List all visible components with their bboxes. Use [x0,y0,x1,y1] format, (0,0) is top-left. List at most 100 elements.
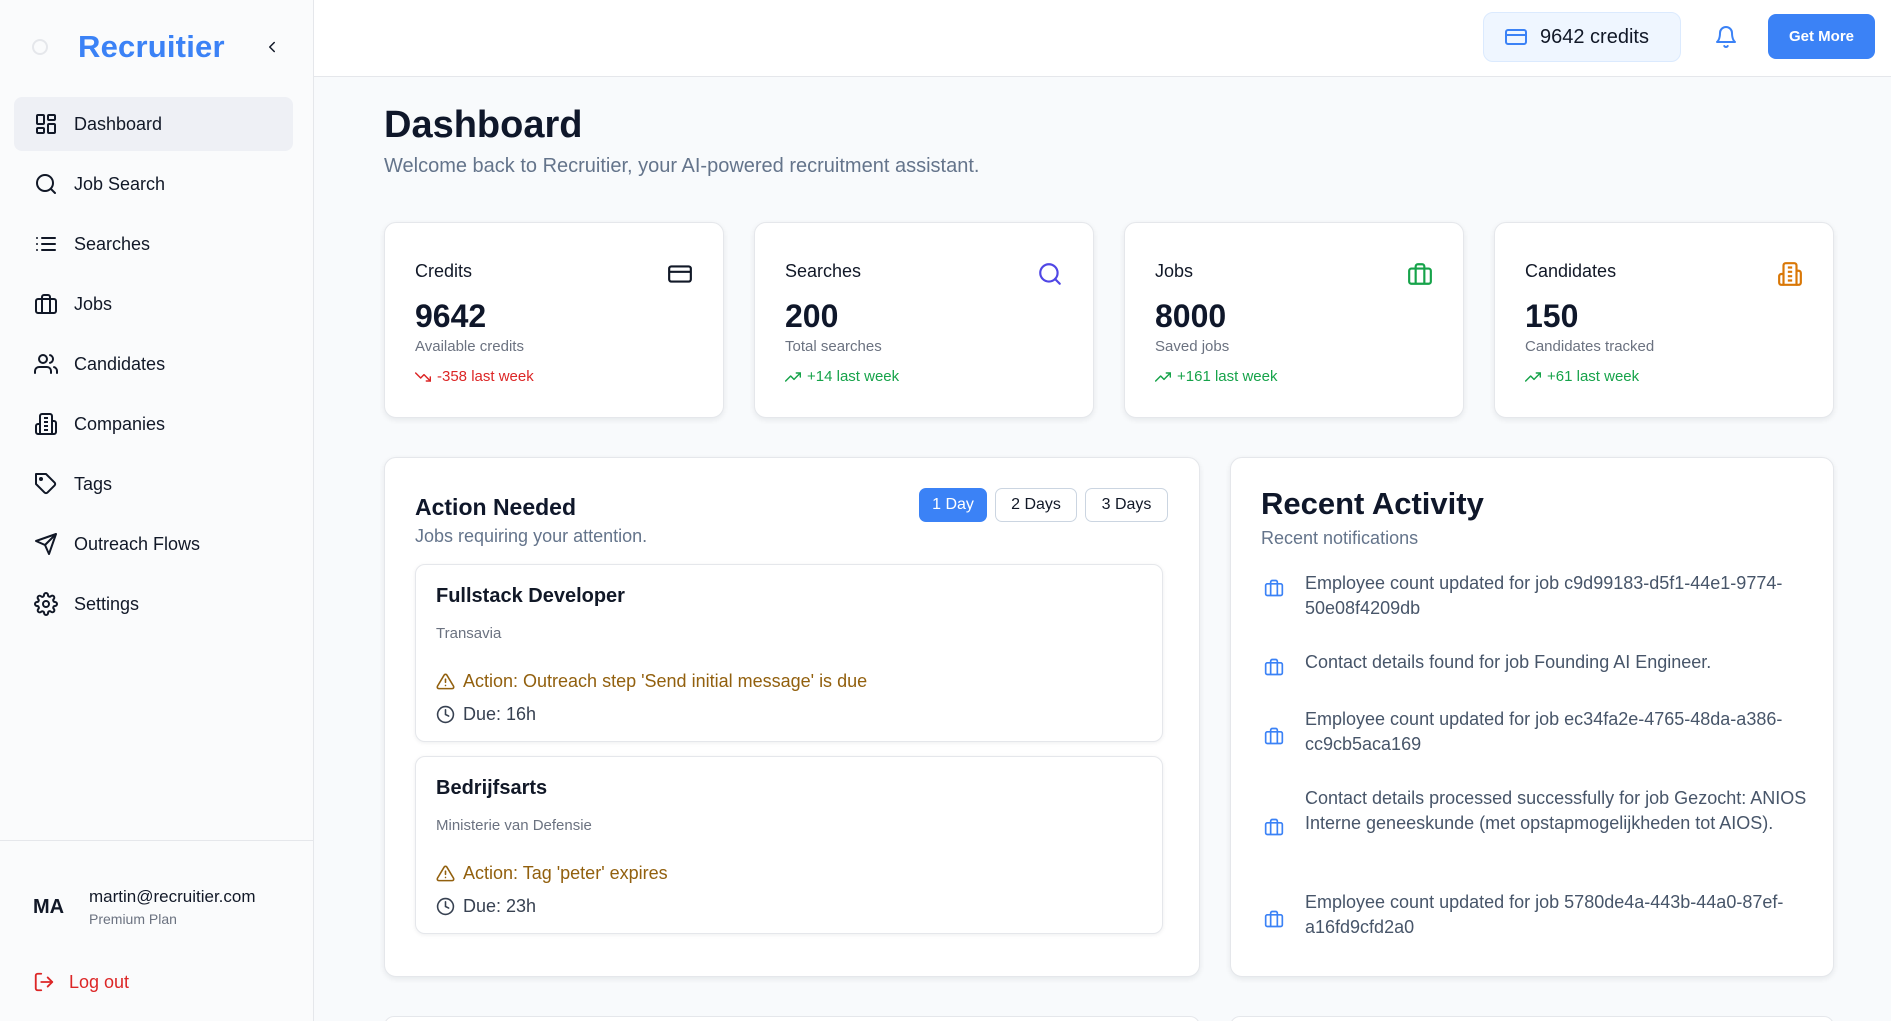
stat-delta: -358 last week [415,368,534,385]
users-icon [34,352,58,376]
credits-badge[interactable]: 9642 credits [1483,12,1681,62]
sidebar-item-companies[interactable]: Companies [14,397,293,451]
range-tab-1-day[interactable]: 1 Day [919,488,987,522]
sidebar-item-dashboard[interactable]: Dashboard [14,97,293,151]
avatar: MA [33,895,65,918]
recent-activity-title: Recent Activity [1261,486,1484,521]
bell-icon [1716,26,1736,48]
stat-delta: +161 last week [1155,368,1277,385]
action-job-card[interactable]: Bedrijfsarts Ministerie van Defensie Act… [415,756,1163,934]
lower-panel [1230,1016,1834,1021]
page-title: Dashboard [384,104,583,146]
stat-label: Jobs [1155,261,1194,281]
sidebar-item-jobs[interactable]: Jobs [14,277,293,331]
activity-item: Employee count updated for job 5780de4a-… [1261,890,1811,940]
sidebar-item-outreach-flows[interactable]: Outreach Flows [14,517,293,571]
sidebar-item-label: Companies [74,413,166,434]
stat-description: Saved jobs [1155,338,1230,355]
send-icon [34,532,58,556]
briefcase-icon [1261,575,1287,601]
range-tab-3-days[interactable]: 3 Days [1085,488,1168,522]
warning-icon [436,672,455,691]
stat-card-candidates: Candidates 150 Candidates tracked +61 la… [1494,222,1834,418]
sidebar-item-label: Dashboard [74,113,163,134]
job-company: Transavia [436,625,502,642]
search-icon [1037,261,1063,287]
briefcase-icon [1261,654,1287,680]
chevron-left-icon [269,41,275,53]
user-profile[interactable]: MA martin@recruitier.com Premium Plan [33,887,256,927]
sidebar-item-label: Searches [74,233,151,254]
job-action: Action: Tag 'peter' expires [436,863,668,884]
page-subtitle: Welcome back to Recruitier, your AI-powe… [384,155,980,177]
job-due-text: Due: 16h [463,704,537,724]
credit-card-icon [1504,25,1528,49]
job-due: Due: 16h [436,704,536,725]
sidebar-item-label: Tags [74,473,113,494]
recent-activity-panel: Recent Activity Recent notifications Emp… [1230,457,1834,977]
stat-value: 150 [1525,298,1579,334]
action-needed-subtitle: Jobs requiring your attention. [415,526,648,546]
action-needed-panel: Action Needed Jobs requiring your attent… [384,457,1200,977]
user-email: martin@recruitier.com [89,887,256,906]
logo-icon [30,37,50,57]
activity-item: Employee count updated for job ec34fa2e-… [1261,707,1811,757]
sidebar-item-settings[interactable]: Settings [14,577,293,631]
briefcase-icon [1407,261,1433,287]
sidebar-item-label: Outreach Flows [74,533,201,554]
stat-label: Candidates [1525,261,1617,281]
range-tabs: 1 Day 2 Days 3 Days [919,488,1176,522]
warning-icon [436,864,455,883]
user-plan: Premium Plan [89,911,177,927]
job-action: Action: Outreach step 'Send initial mess… [436,671,867,692]
sidebar-item-label: Job Search [74,173,166,194]
action-job-card[interactable]: Fullstack Developer Transavia Action: Ou… [415,564,1163,742]
recent-activity-subtitle: Recent notifications [1261,528,1419,548]
activity-text: Employee count updated for job c9d99183-… [1305,573,1783,618]
job-title: Fullstack Developer [436,585,625,607]
sidebar-item-label: Candidates [74,353,166,374]
activity-item: Employee count updated for job c9d99183-… [1261,571,1811,621]
job-due: Due: 23h [436,896,536,917]
credits-label: 9642 credits [1540,25,1649,48]
logout-button[interactable]: Log out [33,971,129,993]
logout-icon [33,971,55,993]
clock-icon [436,897,455,916]
building-icon [34,412,58,436]
stat-card-jobs: Jobs 8000 Saved jobs +161 last week [1124,222,1464,418]
activity-item: Contact details found for job Founding A… [1261,650,1811,680]
sidebar-item-searches[interactable]: Searches [14,217,293,271]
sidebar-item-candidates[interactable]: Candidates [14,337,293,391]
briefcase-icon [1261,814,1287,840]
get-more-button[interactable]: Get More [1768,14,1875,59]
sidebar: Recruitier Dashboard Job Search Searches [0,0,314,1021]
credit-card-icon [667,261,693,287]
notifications-button[interactable] [1711,22,1741,52]
sidebar-item-job-search[interactable]: Job Search [14,157,293,211]
collapse-sidebar-button[interactable] [258,33,286,61]
stat-value: 200 [785,298,839,334]
briefcase-icon [1261,906,1287,932]
sidebar-item-label: Jobs [74,293,113,314]
briefcase-icon [1261,723,1287,749]
brand: Recruitier [30,24,290,70]
sidebar-item-label: Settings [74,593,140,614]
app-name[interactable]: Recruitier [78,29,225,65]
activity-text: Employee count updated for job 5780de4a-… [1305,892,1784,937]
range-tab-2-days[interactable]: 2 Days [995,488,1077,522]
job-action-text: Action: Tag 'peter' expires [463,863,668,883]
activity-text: Contact details processed successfully f… [1305,788,1807,833]
activity-text: Contact details found for job Founding A… [1305,652,1712,672]
stat-delta-text: +161 last week [1177,368,1278,385]
stat-delta-text: +61 last week [1547,368,1640,385]
job-company: Ministerie van Defensie [436,817,592,834]
sidebar-item-tags[interactable]: Tags [14,457,293,511]
stat-description: Available credits [415,338,524,355]
clock-icon [436,705,455,724]
building-icon [1777,261,1803,287]
trending-up-icon [1525,369,1541,385]
trending-down-icon [415,369,431,385]
job-action-text: Action: Outreach step 'Send initial mess… [463,671,868,691]
logout-label: Log out [69,971,130,992]
search-icon [34,172,58,196]
